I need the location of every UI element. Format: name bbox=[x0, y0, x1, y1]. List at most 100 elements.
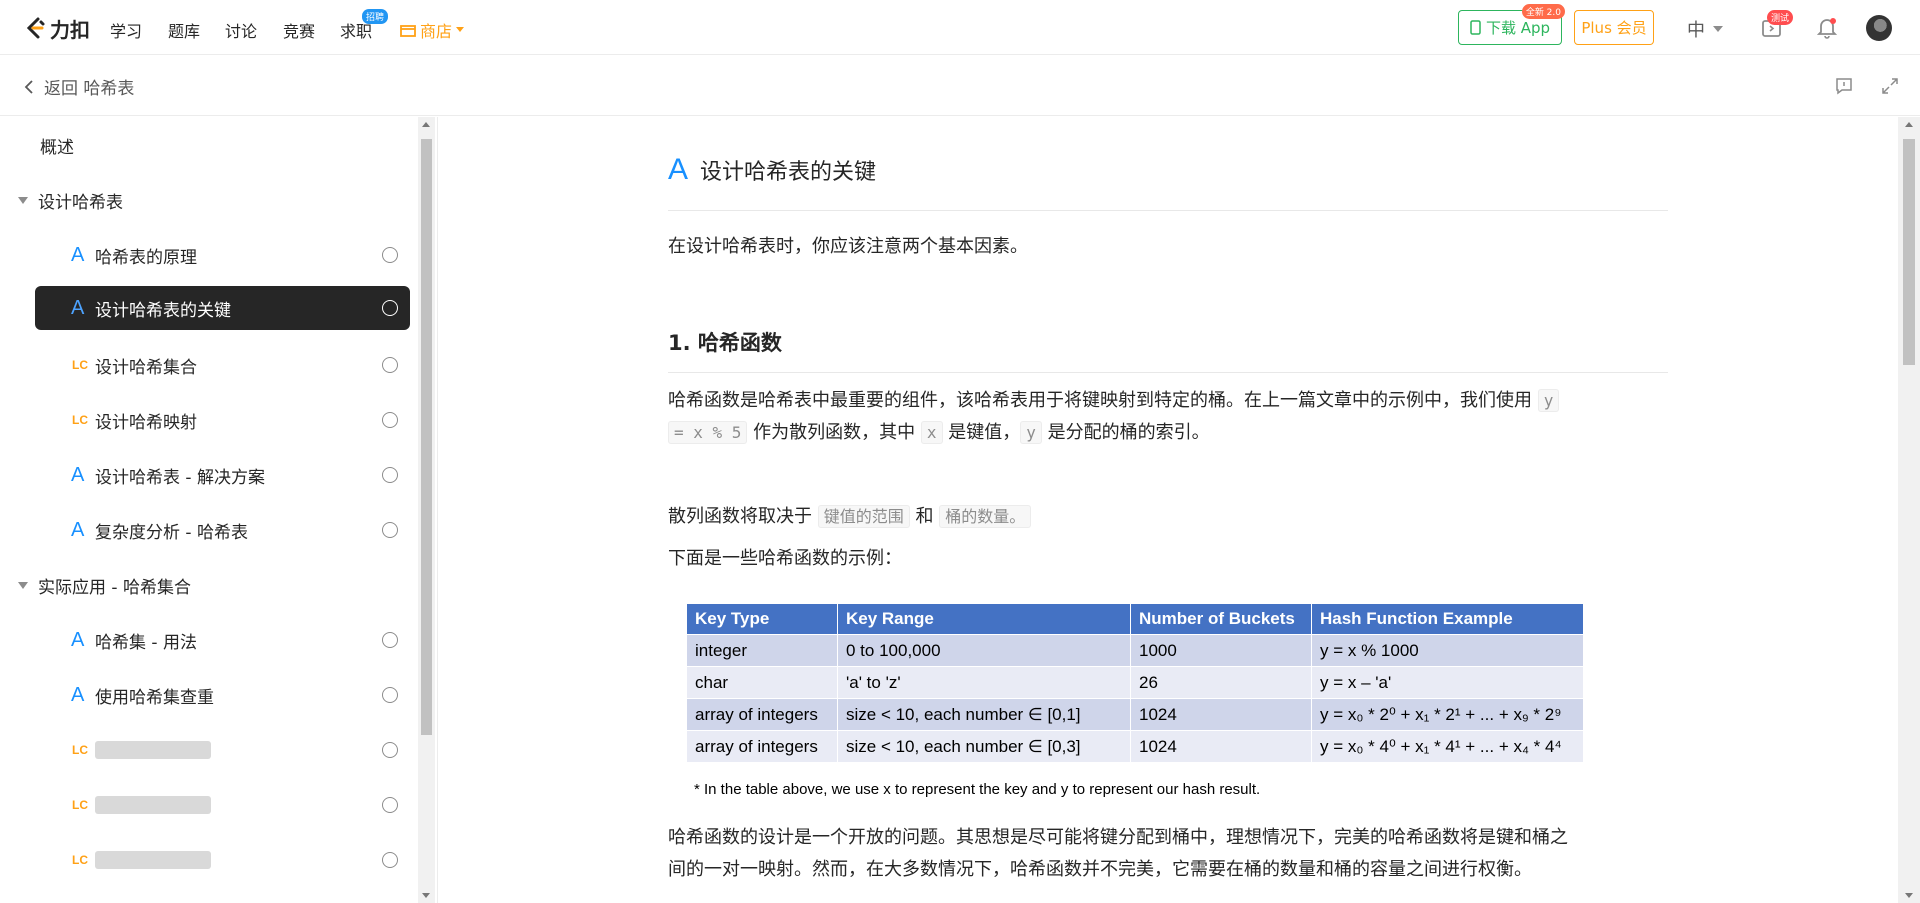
logo-text: 力扣 bbox=[50, 17, 90, 42]
table-header: Key Type bbox=[686, 603, 838, 635]
leetcode-logo-icon bbox=[26, 17, 45, 39]
table-row: integer 0 to 100,000 1000 y = x % 1000 bbox=[686, 634, 1584, 667]
nav-learn[interactable]: 学习 bbox=[110, 18, 142, 42]
sidebar-section-hashset-apps[interactable]: 实际应用 - 哈希集合 bbox=[18, 563, 418, 607]
table-row: array of integers size < 10, each number… bbox=[686, 698, 1584, 731]
article-scroll-thumb[interactable] bbox=[1903, 139, 1915, 365]
article-pane: A 设计哈希表的关键 在设计哈希表时，你应该注意两个基本因素。 1. 哈希函数 … bbox=[438, 117, 1898, 903]
progress-circle-icon bbox=[382, 687, 398, 703]
user-avatar[interactable] bbox=[1866, 15, 1892, 41]
bell-icon bbox=[1817, 18, 1837, 39]
sidebar-item-design-hashmap[interactable]: LC 设计哈希映射 bbox=[35, 398, 410, 442]
inline-code: 桶的数量。 bbox=[939, 505, 1032, 528]
sidebar-item-locked-1[interactable]: LC bbox=[35, 728, 410, 772]
nav-jobs-label: 求职 bbox=[340, 22, 373, 41]
sidebar-item-find-duplicates[interactable]: A 使用哈希集查重 bbox=[35, 673, 410, 717]
text-span: 哈希函数的设计是一个开放的问题。其思想是尽可能将键分配到桶中，理想情况下，完美的… bbox=[668, 827, 1568, 848]
text-span: 散列函数将取决于 bbox=[668, 506, 818, 527]
table-cell: size < 10, each number ∈ [0,1] bbox=[837, 698, 1131, 731]
download-app-label: 下载 App bbox=[1485, 19, 1551, 37]
table-header-row: Key Type Key Range Number of Buckets Has… bbox=[686, 603, 1584, 635]
back-label: 返回 哈希表 bbox=[44, 79, 135, 99]
table-cell: integer bbox=[686, 634, 838, 667]
ide-badge: 测试 bbox=[1766, 10, 1793, 25]
language-switch[interactable]: 中 bbox=[1687, 16, 1723, 42]
table-note: * In the table above, we use x to repres… bbox=[694, 781, 1261, 798]
sidebar-item-solution[interactable]: A 设计哈希表 - 解决方案 bbox=[35, 453, 410, 497]
jobs-badge: 招聘 bbox=[362, 9, 389, 24]
progress-circle-icon bbox=[382, 357, 398, 373]
scroll-down-icon[interactable] bbox=[422, 893, 430, 898]
fullscreen-icon[interactable] bbox=[1880, 76, 1900, 96]
nav-problemset[interactable]: 题库 bbox=[168, 18, 200, 42]
sidebar-item-hashset-usage[interactable]: A 哈希集 - 用法 bbox=[35, 618, 410, 662]
article-tag-icon: A bbox=[668, 153, 689, 186]
sidebar-item-complexity[interactable]: A 复杂度分析 - 哈希表 bbox=[35, 508, 410, 552]
notification-icon[interactable] bbox=[1813, 14, 1841, 42]
playground-icon[interactable]: 测试 bbox=[1759, 10, 1793, 42]
nav-shop[interactable]: 商店 bbox=[400, 18, 465, 42]
sidebar-scroll-thumb[interactable] bbox=[421, 139, 432, 735]
table-header: Key Range bbox=[837, 603, 1131, 635]
table-cell: 0 to 100,000 bbox=[837, 634, 1131, 667]
nav-contest[interactable]: 竞赛 bbox=[283, 18, 315, 42]
leetcode-logo[interactable]: 力扣 bbox=[24, 14, 90, 42]
sidebar-item-locked-3[interactable]: LC bbox=[35, 838, 410, 882]
text-span: 和 bbox=[909, 506, 940, 527]
progress-circle-icon bbox=[382, 467, 398, 483]
heading-divider bbox=[668, 372, 1668, 373]
back-to-card-link[interactable]: 返回 哈希表 bbox=[24, 74, 134, 99]
design-paragraph: 哈希函数的设计是一个开放的问题。其思想是尽可能将键分配到桶中，理想情况下，完美的… bbox=[668, 822, 1668, 886]
article-tag-icon: A bbox=[71, 628, 85, 651]
progress-circle-icon bbox=[382, 300, 398, 316]
chevron-down-icon bbox=[1713, 26, 1723, 32]
leetcode-tag-icon: LC bbox=[72, 798, 88, 812]
progress-circle-icon bbox=[382, 852, 398, 868]
hash-function-paragraph: 哈希函数是哈希表中最重要的组件，该哈希表用于将键映射到特定的桶。在上一篇文章中的… bbox=[668, 385, 1668, 449]
sidebar-item-label: 哈希集 - 用法 bbox=[95, 632, 197, 653]
download-app-button[interactable]: 下载 App 全新 2.0 bbox=[1458, 4, 1565, 45]
table-cell: size < 10, each number ∈ [0,3] bbox=[837, 730, 1131, 763]
sidebar-item-design-key[interactable]: A 设计哈希表的关键 bbox=[35, 286, 410, 330]
leetcode-tag-icon: LC bbox=[72, 853, 88, 867]
scroll-up-icon[interactable] bbox=[1905, 122, 1913, 127]
sidebar-item-locked-2[interactable]: LC bbox=[35, 783, 410, 827]
sub-header: 返回 哈希表 bbox=[0, 56, 1920, 116]
locked-title-placeholder bbox=[95, 741, 211, 759]
sidebar-scrollbar[interactable] bbox=[418, 117, 435, 903]
article-tag-icon: A bbox=[71, 296, 85, 319]
scroll-up-icon[interactable] bbox=[422, 122, 430, 127]
sidebar-item-design-hashset[interactable]: LC 设计哈希集合 bbox=[35, 343, 410, 387]
table-cell: 1024 bbox=[1130, 730, 1312, 763]
sidebar-section-design[interactable]: 设计哈希表 bbox=[18, 178, 418, 222]
text-span: 作为散列函数，其中 bbox=[747, 422, 921, 443]
title-divider bbox=[668, 210, 1668, 211]
sidebar-overview[interactable]: 概述 bbox=[40, 123, 418, 167]
hash-function-table: Key Type Key Range Number of Buckets Has… bbox=[686, 603, 1584, 763]
table-row: array of integers size < 10, each number… bbox=[686, 730, 1584, 763]
article-tag-icon: A bbox=[71, 683, 85, 706]
text-span: 间的一对一映射。然而，在大多数情况下，哈希函数并不完美，它需要在桶的数量和桶的容… bbox=[668, 859, 1532, 880]
progress-circle-icon bbox=[382, 797, 398, 813]
inline-code: 键值的范围 bbox=[817, 505, 910, 528]
chevron-down-icon bbox=[456, 27, 465, 32]
sidebar-item-label: 设计哈希表的关键 bbox=[95, 300, 231, 321]
table-cell: 1000 bbox=[1130, 634, 1312, 667]
feedback-icon[interactable] bbox=[1834, 76, 1854, 96]
article-scrollbar[interactable] bbox=[1898, 117, 1920, 903]
sidebar-item-label: 设计哈希集合 bbox=[95, 357, 197, 378]
progress-circle-icon bbox=[382, 522, 398, 538]
plus-member-button[interactable]: Plus 会员 bbox=[1574, 10, 1654, 45]
article-tag-icon: A bbox=[71, 463, 85, 486]
phone-icon bbox=[1470, 20, 1481, 35]
scroll-down-icon[interactable] bbox=[1905, 893, 1913, 898]
download-badge: 全新 2.0 bbox=[1521, 4, 1565, 19]
inline-code: = x % 5 bbox=[668, 421, 748, 444]
sidebar-item-hash-principle[interactable]: A 哈希表的原理 bbox=[35, 233, 410, 277]
table-cell: y = x₀ * 4⁰ + x₁ * 4¹ + ... + x₄ * 4⁴ bbox=[1311, 730, 1584, 763]
table-cell: array of integers bbox=[686, 698, 838, 731]
table-cell: 'a' to 'z' bbox=[837, 666, 1131, 699]
nav-jobs[interactable]: 求职 招聘 bbox=[340, 9, 389, 42]
chevron-left-icon bbox=[24, 79, 33, 94]
nav-discuss[interactable]: 讨论 bbox=[225, 18, 257, 42]
